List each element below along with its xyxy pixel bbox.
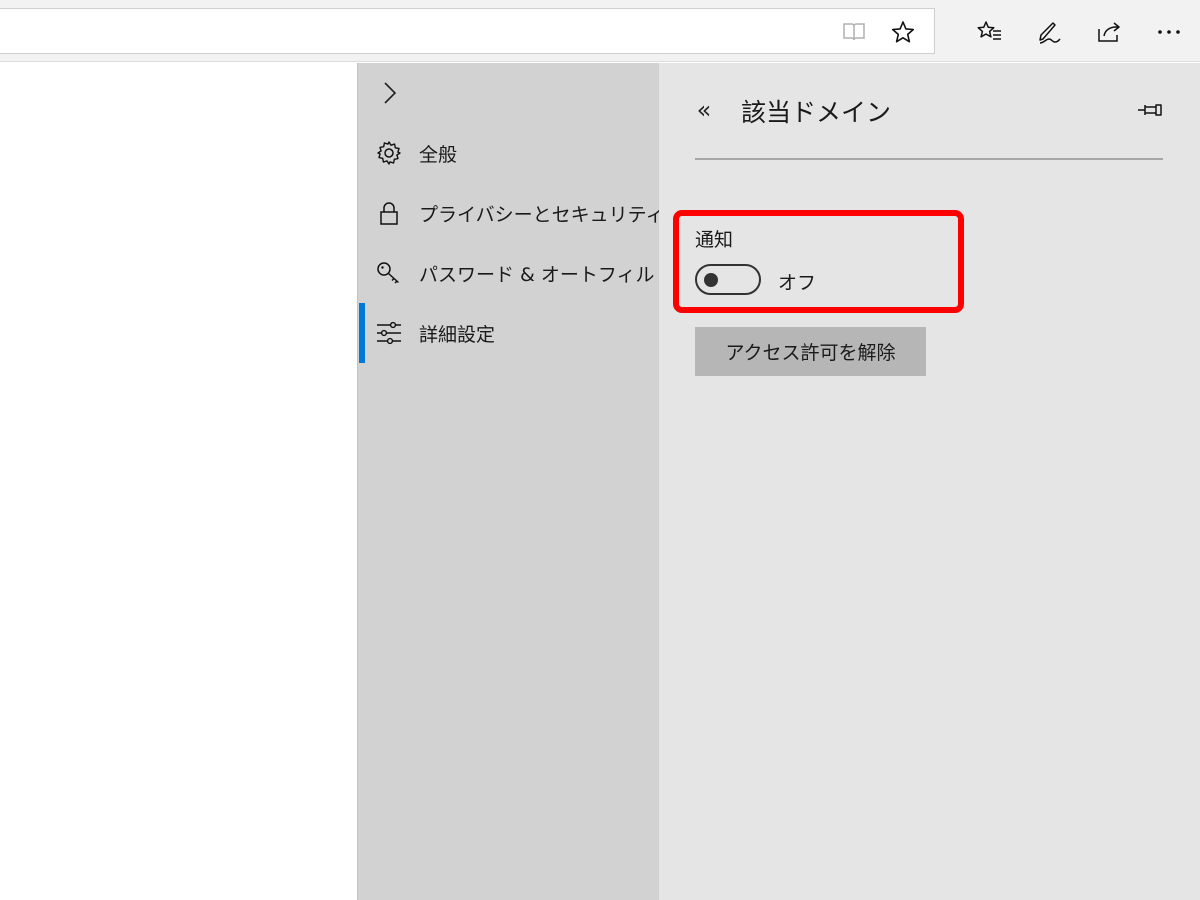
browser-toolbar [0,0,1200,62]
chevron-right-icon[interactable] [378,79,402,107]
revoke-permissions-button[interactable]: アクセス許可を解除 [695,327,926,376]
sliders-icon [376,320,402,346]
site-permissions-pane: « 該当ドメイン 通知 オフ アクセス許可を解除 [659,63,1200,900]
nav-label-passwords-autofill: パスワード & オートフィル [419,263,655,286]
back-button[interactable]: « [691,96,717,124]
nav-label-privacy-security: プライバシーとセキュリティ [419,203,665,226]
nav-item-passwords-autofill[interactable]: パスワード & オートフィル [358,243,660,303]
page-title: 該当ドメイン [741,98,892,127]
address-bar[interactable] [0,8,935,54]
nav-item-general[interactable]: 全般 [358,123,660,183]
more-icon[interactable] [1156,19,1182,45]
add-favorite-icon[interactable] [891,20,915,44]
key-icon [376,260,402,286]
favorites-hub-icon[interactable] [977,19,1003,45]
settings-nav-pane: 全般 プライバシーとセキュリティ パスワード & オートフィル 詳細設定 [357,63,664,900]
highlight-annotation-box [673,210,964,313]
lock-icon [376,200,402,226]
nav-item-privacy-security[interactable]: プライバシーとセキュリティ [358,183,664,243]
title-divider [695,158,1163,160]
nav-label-general: 全般 [419,143,458,166]
share-icon[interactable] [1096,19,1122,45]
reading-view-icon[interactable] [842,20,866,44]
pin-icon[interactable] [1136,97,1164,123]
nav-item-advanced[interactable]: 詳細設定 [358,303,660,363]
page-content-area [0,63,357,900]
web-note-icon[interactable] [1036,19,1062,45]
gear-icon [376,140,402,166]
nav-label-advanced: 詳細設定 [419,323,496,346]
